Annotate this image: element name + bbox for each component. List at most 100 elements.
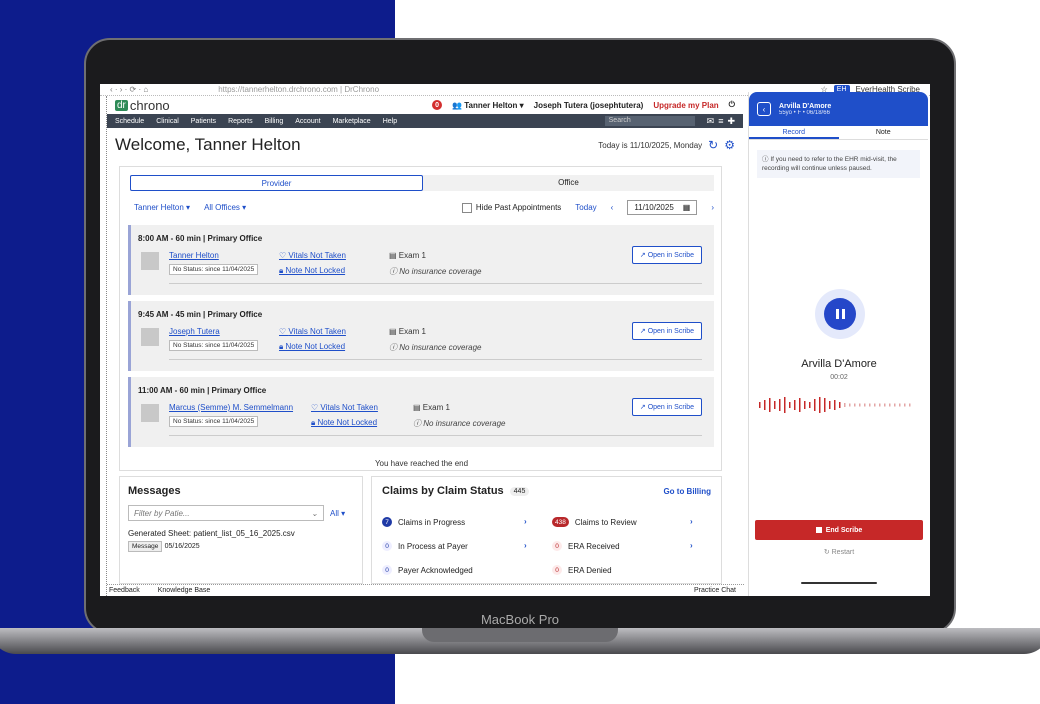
note-link[interactable]: 🔒︎ Note Not Locked xyxy=(279,342,345,352)
patient-link[interactable]: Marcus (Semme) M. Semmelmann xyxy=(169,403,293,412)
mail-icon[interactable]: ✉ xyxy=(707,116,715,127)
chevron-right-icon[interactable]: › xyxy=(524,517,527,526)
exam-room: ▤ Exam 1 xyxy=(413,403,450,412)
end-scribe-button[interactable]: End Scribe xyxy=(755,520,923,540)
back-icon[interactable]: ‹ · › · ⟳ · ⌂ xyxy=(110,85,148,94)
patient-link[interactable]: Joseph Tutera xyxy=(169,327,220,336)
claim-row[interactable]: 7 Claims in Progress xyxy=(382,517,465,527)
settings-icon[interactable]: ⚙ xyxy=(724,138,735,152)
tab-record[interactable]: Record xyxy=(749,126,839,139)
waveform-bar xyxy=(864,403,866,407)
waveform-bar xyxy=(859,403,861,407)
open-in-scribe-button[interactable]: ↗ Open in Scribe xyxy=(631,322,702,340)
refresh-icon[interactable]: ↻ xyxy=(708,138,718,152)
waveform-bar xyxy=(899,403,901,407)
claim-row[interactable]: 0 ERA Denied xyxy=(552,565,612,575)
nav-patients[interactable]: Patients xyxy=(191,118,216,125)
main-nav: Schedule Clinical Patients Reports Billi… xyxy=(107,114,743,128)
open-in-scribe-button[interactable]: ↗ Open in Scribe xyxy=(631,246,702,264)
footer-bar: Feedback Knowledge Base Practice Chat xyxy=(107,584,744,596)
waveform-bar xyxy=(764,400,766,410)
pause-button[interactable] xyxy=(815,289,865,339)
waveform-bar xyxy=(814,399,816,411)
patient-link[interactable]: Tanner Helton xyxy=(169,251,219,260)
tab-office[interactable]: Office xyxy=(423,175,714,191)
chevron-right-icon[interactable]: › xyxy=(690,517,693,526)
waveform-bar xyxy=(829,401,831,409)
vitals-link[interactable]: ♡ Vitals Not Taken xyxy=(279,251,346,260)
note-link[interactable]: 🔒︎ Note Not Locked xyxy=(311,418,377,428)
open-in-scribe-button[interactable]: ↗ Open in Scribe xyxy=(631,398,702,416)
claims-title: Claims by Claim Status xyxy=(382,485,504,497)
go-to-billing-link[interactable]: Go to Billing xyxy=(663,487,711,496)
message-type-select[interactable]: All ▾ xyxy=(330,509,345,518)
user-menu[interactable]: 👥 Tanner Helton ▾ xyxy=(452,101,524,110)
waveform-bar xyxy=(909,403,911,407)
avatar xyxy=(141,252,159,270)
avatar xyxy=(141,328,159,346)
claim-row[interactable]: 0 In Process at Payer xyxy=(382,541,468,551)
claim-row[interactable]: 0 Payer Acknowledged xyxy=(382,565,473,575)
add-icon[interactable]: ✚ xyxy=(727,116,735,127)
back-icon[interactable]: ‹ xyxy=(757,102,771,116)
hide-past-checkbox[interactable]: Hide Past Appointments xyxy=(461,202,561,213)
search-input[interactable]: Search xyxy=(604,116,695,126)
waveform-bar xyxy=(854,403,856,407)
account-name[interactable]: Joseph Tutera (josephtutera) xyxy=(534,101,644,110)
nav-billing[interactable]: Billing xyxy=(265,118,284,125)
status-badge: No Status: since 11/04/2025 xyxy=(169,264,259,275)
address-bar[interactable]: https://tannerhelton.drchrono.com | DrCh… xyxy=(218,85,820,94)
chevron-right-icon[interactable]: › xyxy=(524,541,527,550)
appointment-row: 11:00 AM - 60 min | Primary Office Marcu… xyxy=(128,377,714,447)
top-bar: dr chrono 0 👥 Tanner Helton ▾ Joseph Tute… xyxy=(107,96,743,114)
practice-chat-link[interactable]: Practice Chat xyxy=(694,587,736,594)
tab-provider[interactable]: Provider xyxy=(130,175,423,191)
date-picker[interactable]: 11/10/2025 ▦ xyxy=(627,200,698,215)
prev-date-icon[interactable]: ‹ xyxy=(611,203,614,212)
vitals-link[interactable]: ♡ Vitals Not Taken xyxy=(311,403,378,412)
message-item[interactable]: Generated Sheet: patient_list_05_16_2025… xyxy=(128,529,354,552)
provider-filter[interactable]: Tanner Helton ▾ xyxy=(134,203,190,212)
today-button[interactable]: Today xyxy=(575,203,596,212)
waveform-bar xyxy=(889,403,891,407)
waveform-bar xyxy=(759,402,761,408)
message-filter-input[interactable]: Filter by Patie... ⌄ xyxy=(128,505,324,521)
drchrono-logo[interactable]: dr chrono xyxy=(115,98,170,113)
exam-room: ▤ Exam 1 xyxy=(389,327,426,336)
office-filter[interactable]: All Offices ▾ xyxy=(204,203,246,212)
vitals-link[interactable]: ♡ Vitals Not Taken xyxy=(279,327,346,336)
nav-help[interactable]: Help xyxy=(383,118,397,125)
nav-schedule[interactable]: Schedule xyxy=(115,118,144,125)
nav-account[interactable]: Account xyxy=(295,118,320,125)
nav-reports[interactable]: Reports xyxy=(228,118,253,125)
note-link[interactable]: 🔒︎ Note Not Locked xyxy=(279,266,345,276)
scribe-tabs: Record Note xyxy=(749,126,928,140)
upgrade-link[interactable]: Upgrade my Plan xyxy=(653,101,718,110)
message-tag: Message xyxy=(128,541,163,552)
claim-row[interactable]: 438 Claims to Review xyxy=(552,517,637,527)
waveform-bar xyxy=(784,397,786,413)
waveform-bar xyxy=(874,403,876,407)
status-badge: No Status: since 11/04/2025 xyxy=(169,416,259,427)
waveform-bar xyxy=(839,402,841,408)
knowledge-base-link[interactable]: Knowledge Base xyxy=(158,587,211,594)
feedback-link[interactable]: Feedback xyxy=(109,587,140,594)
schedule-tabs: Provider Office xyxy=(130,175,714,191)
audio-waveform xyxy=(759,397,911,413)
next-date-icon[interactable]: › xyxy=(711,203,714,212)
laptop-screen: ‹ · › · ⟳ · ⌂ https://tannerhelton.drchr… xyxy=(100,84,930,596)
today-date: Today is 11/10/2025, Monday xyxy=(598,140,703,150)
laptop-notch xyxy=(422,628,618,642)
nav-clinical[interactable]: Clinical xyxy=(156,118,179,125)
nav-marketplace[interactable]: Marketplace xyxy=(333,118,371,125)
scribe-info: ⓘ If you need to refer to the EHR mid-vi… xyxy=(757,150,920,178)
menu-icon[interactable]: ≡ xyxy=(718,116,723,127)
waveform-bar xyxy=(769,398,771,412)
restart-button[interactable]: ↻ Restart xyxy=(749,548,929,556)
power-icon[interactable]: ⏻ xyxy=(729,100,735,110)
claim-row[interactable]: 0 ERA Received xyxy=(552,541,620,551)
notification-badge[interactable]: 0 xyxy=(432,100,443,110)
chevron-right-icon[interactable]: › xyxy=(690,541,693,550)
scribe-patient: Arvilla D'Amore xyxy=(779,102,832,110)
tab-note[interactable]: Note xyxy=(839,126,929,139)
